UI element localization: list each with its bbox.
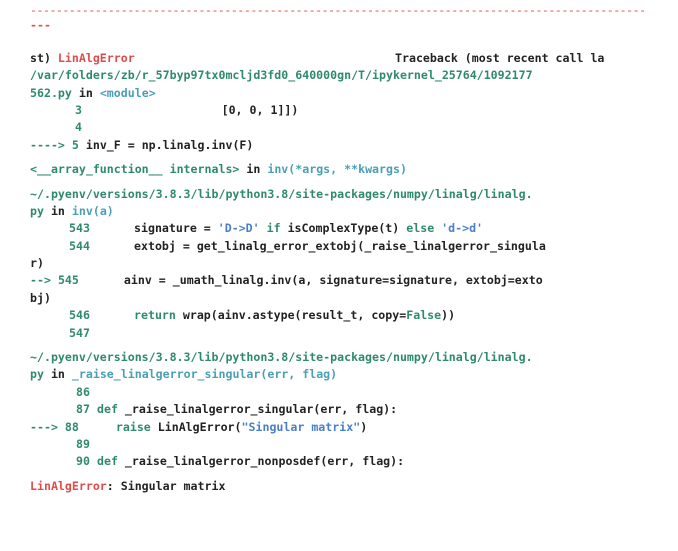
frame-location: 562.py in <module> — [30, 85, 660, 102]
frame-path[interactable]: ~/.pyenv/versions/3.8.3/lib/python3.8/si… — [30, 186, 660, 203]
keyword: def — [96, 454, 118, 469]
code-text: )) — [441, 308, 456, 323]
code-line: 90 def _raise_linalgerror_nonposdef(err,… — [30, 453, 660, 470]
current-line-arrow: ---> — [30, 419, 58, 434]
frame-function: inv(a) — [71, 203, 114, 218]
line-number: 543 — [69, 221, 90, 236]
code-text: [0, 0, 1]]) — [82, 102, 299, 117]
code-line: 546 return wrap(ainv.astype(result_t, cop… — [30, 307, 660, 324]
keyword: return — [134, 308, 176, 323]
frame-path-wrap[interactable]: 562.py — [30, 86, 72, 100]
separator-tail: --- — [30, 18, 51, 33]
frame-location: py in inv(a) — [30, 203, 660, 220]
traceback-header: LinAlgError Traceback (most recent call l… — [30, 32, 660, 65]
code-text: signature = — [134, 221, 218, 236]
frame-location: py in _raise_linalgerror_singular(err, f… — [30, 366, 660, 383]
error-message: : Singular matrix — [106, 478, 226, 493]
code-line-current: ---> 88 raise LinAlgError("Singular matri… — [30, 419, 660, 436]
error-type: LinAlgError — [30, 478, 107, 493]
line-number: 546 — [69, 308, 90, 323]
line-number: 90 — [76, 454, 90, 469]
separator-line: ----------------------------------------… — [30, 3, 646, 17]
code-text: inv_F = np.linalg.inv(F) — [85, 137, 254, 152]
in-keyword: in — [246, 162, 261, 177]
string-literal: "Singular matrix" — [241, 419, 361, 434]
frame-function: _raise_linalgerror_singular(err, flag) — [71, 367, 338, 382]
keyword: def — [96, 402, 118, 417]
frame-location: <__array_function__ internals> in inv(*a… — [30, 161, 660, 178]
code-line-current: ----> 5 inv_F = np.linalg.inv(F) — [30, 137, 660, 154]
code-text: ainv = _umath_linalg.inv(a, signature=si… — [123, 273, 543, 288]
line-number: 87 — [76, 402, 90, 417]
line-number: 4 — [75, 120, 82, 135]
code-text: _raise_linalgerror_singular(err, flag): — [117, 402, 398, 417]
line-number: 5 — [71, 137, 79, 152]
frame-function: inv(*args, **kwargs) — [267, 162, 407, 177]
frame-path-wrap[interactable]: py — [30, 367, 44, 381]
line-number: 545 — [57, 273, 79, 288]
keyword: if — [259, 221, 288, 236]
in-keyword: in — [78, 85, 93, 100]
code-line-current: --> 545 ainv = _umath_linalg.inv(a, signa… — [30, 272, 660, 289]
final-error: LinAlgError: Singular matrix — [30, 478, 660, 495]
traceback-output: ----------------------------------------… — [30, 2, 660, 495]
keyword: raise — [115, 419, 151, 434]
frame-path[interactable]: /var/folders/zb/r_57byp97tx0mcljd3fd0_64… — [30, 67, 660, 84]
frame-function: <module> — [99, 85, 156, 100]
code-line: 543 signature = 'D->D' if isComplexType(t… — [30, 220, 660, 237]
code-line: 4 — [30, 119, 660, 136]
traceback-title: Traceback (most recent call la — [395, 50, 605, 65]
code-wrap: bj) — [30, 290, 51, 305]
code-text: LinAlgError( — [150, 419, 242, 434]
code-line: 3 [0, 0, 1]]) — [30, 102, 660, 119]
code-line: 547 — [30, 325, 660, 342]
code-wrap: r) — [30, 256, 44, 271]
keyword: else — [406, 221, 435, 236]
keyword: False — [406, 308, 442, 323]
code-line: 89 — [30, 436, 660, 453]
code-line: 86 — [30, 384, 660, 401]
in-keyword: in — [50, 203, 65, 218]
code-text: wrap(ainv.astype(result_t, copy= — [175, 308, 407, 323]
code-line: 544 extobj = get_linalg_error_extobj(_rai… — [30, 238, 660, 255]
string-literal: 'd->d' — [434, 221, 484, 236]
frame-path-wrap[interactable]: py — [30, 204, 44, 218]
code-text: _raise_linalgerror_nonposdef(err, flag): — [117, 454, 405, 469]
in-keyword: in — [50, 367, 65, 382]
frame-path[interactable]: ~/.pyenv/versions/3.8.3/lib/python3.8/si… — [30, 349, 660, 366]
line-number: 86 — [76, 384, 90, 399]
frame-internals: <__array_function__ internals> — [30, 162, 240, 177]
code-text: isComplexType(t) — [287, 221, 407, 236]
line-number: 3 — [75, 102, 82, 117]
current-line-arrow: ----> — [30, 137, 65, 152]
code-text: ) — [360, 419, 368, 434]
code-text: extobj = get_linalg_error_extobj(_raise_… — [134, 238, 546, 253]
string-literal: 'D->D' — [217, 221, 260, 236]
error-type: LinAlgError — [57, 50, 135, 65]
current-line-arrow: --> — [30, 273, 51, 288]
line-number: 544 — [69, 238, 90, 253]
line-number: 88 — [64, 419, 79, 434]
line-number: 89 — [76, 436, 90, 451]
line-number: 547 — [69, 325, 90, 340]
code-line: 87 def _raise_linalgerror_singular(err, … — [30, 401, 660, 418]
